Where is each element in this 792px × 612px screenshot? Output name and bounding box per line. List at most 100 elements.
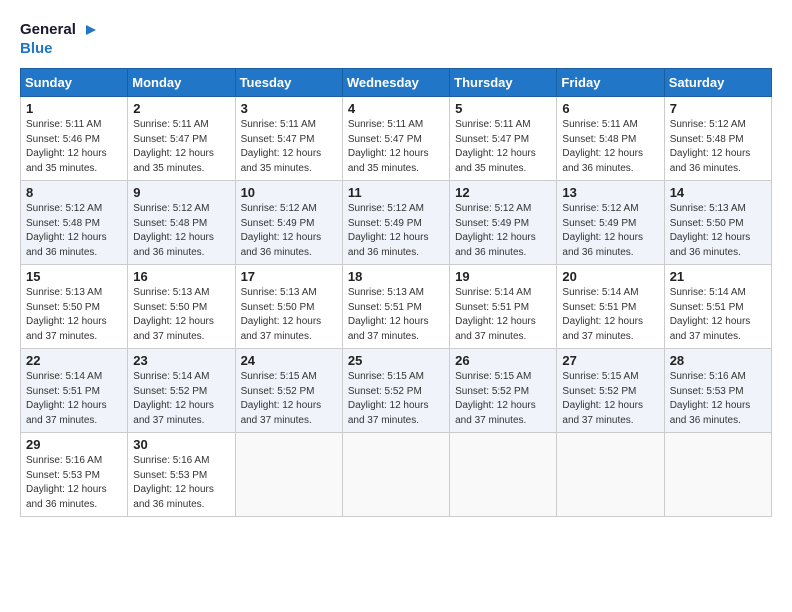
day-info: Sunrise: 5:11 AMSunset: 5:47 PMDaylight:… (133, 118, 229, 176)
logo-display: General Blue (20, 20, 100, 58)
calendar-cell: 26 Sunrise: 5:15 AMSunset: 5:52 PMDayligh… (450, 349, 557, 433)
day-number: 30 (133, 437, 229, 452)
day-number: 1 (26, 101, 122, 116)
day-info: Sunrise: 5:12 AMSunset: 5:49 PMDaylight:… (241, 202, 337, 260)
day-info: Sunrise: 5:14 AMSunset: 5:51 PMDaylight:… (670, 286, 766, 344)
calendar-table: SundayMondayTuesdayWednesdayThursdayFrid… (20, 68, 772, 517)
day-number: 14 (670, 185, 766, 200)
day-info: Sunrise: 5:15 AMSunset: 5:52 PMDaylight:… (241, 370, 337, 428)
day-number: 22 (26, 353, 122, 368)
calendar-cell: 2 Sunrise: 5:11 AMSunset: 5:47 PMDaylight… (128, 97, 235, 181)
day-number: 5 (455, 101, 551, 116)
calendar-cell: 3 Sunrise: 5:11 AMSunset: 5:47 PMDaylight… (235, 97, 342, 181)
logo-general: General (20, 21, 76, 38)
day-number: 2 (133, 101, 229, 116)
day-number: 3 (241, 101, 337, 116)
day-info: Sunrise: 5:16 AMSunset: 5:53 PMDaylight:… (133, 454, 229, 512)
calendar-cell: 14Sunrise: 5:13 AMSunset: 5:50 PMDayligh… (664, 181, 771, 265)
day-info: Sunrise: 5:13 AMSunset: 5:50 PMDaylight:… (241, 286, 337, 344)
day-info: Sunrise: 5:11 AMSunset: 5:46 PMDaylight:… (26, 118, 122, 176)
day-header-sunday: Sunday (21, 69, 128, 97)
calendar-cell: 27 Sunrise: 5:15 AMSunset: 5:52 PMDayligh… (557, 349, 664, 433)
calendar-cell: 6Sunrise: 5:11 AMSunset: 5:48 PMDaylight… (557, 97, 664, 181)
calendar-cell: 18 Sunrise: 5:13 AMSunset: 5:51 PMDayligh… (342, 265, 449, 349)
calendar-cell: 29 Sunrise: 5:16 AMSunset: 5:53 PMDayligh… (21, 433, 128, 517)
day-number: 17 (241, 269, 337, 284)
day-info: Sunrise: 5:14 AMSunset: 5:52 PMDaylight:… (133, 370, 229, 428)
day-number: 27 (562, 353, 658, 368)
day-info: Sunrise: 5:13 AMSunset: 5:51 PMDaylight:… (348, 286, 444, 344)
day-number: 8 (26, 185, 122, 200)
day-header-tuesday: Tuesday (235, 69, 342, 97)
calendar-cell (664, 433, 771, 517)
day-info: Sunrise: 5:12 AMSunset: 5:49 PMDaylight:… (348, 202, 444, 260)
calendar-cell (342, 433, 449, 517)
calendar-cell (450, 433, 557, 517)
day-number: 23 (133, 353, 229, 368)
calendar-cell: 4 Sunrise: 5:11 AMSunset: 5:47 PMDaylight… (342, 97, 449, 181)
day-header-friday: Friday (557, 69, 664, 97)
day-number: 24 (241, 353, 337, 368)
day-info: Sunrise: 5:14 AMSunset: 5:51 PMDaylight:… (455, 286, 551, 344)
day-number: 19 (455, 269, 551, 284)
day-info: Sunrise: 5:11 AMSunset: 5:47 PMDaylight:… (241, 118, 337, 176)
calendar-cell: 10 Sunrise: 5:12 AMSunset: 5:49 PMDayligh… (235, 181, 342, 265)
day-number: 15 (26, 269, 122, 284)
day-number: 10 (241, 185, 337, 200)
day-number: 28 (670, 353, 766, 368)
calendar-header-row: SundayMondayTuesdayWednesdayThursdayFrid… (21, 69, 772, 97)
calendar-cell: 16Sunrise: 5:13 AMSunset: 5:50 PMDayligh… (128, 265, 235, 349)
day-number: 20 (562, 269, 658, 284)
calendar-cell: 20 Sunrise: 5:14 AMSunset: 5:51 PMDayligh… (557, 265, 664, 349)
day-info: Sunrise: 5:12 AMSunset: 5:48 PMDaylight:… (670, 118, 766, 176)
calendar-cell: 7 Sunrise: 5:12 AMSunset: 5:48 PMDaylight… (664, 97, 771, 181)
day-info: Sunrise: 5:15 AMSunset: 5:52 PMDaylight:… (562, 370, 658, 428)
day-number: 6 (562, 101, 658, 116)
calendar-cell: 25Sunrise: 5:15 AMSunset: 5:52 PMDayligh… (342, 349, 449, 433)
day-info: Sunrise: 5:14 AMSunset: 5:51 PMDaylight:… (562, 286, 658, 344)
day-number: 12 (455, 185, 551, 200)
calendar-cell: 11 Sunrise: 5:12 AMSunset: 5:49 PMDayligh… (342, 181, 449, 265)
calendar-cell: 13 Sunrise: 5:12 AMSunset: 5:49 PMDayligh… (557, 181, 664, 265)
day-info: Sunrise: 5:16 AMSunset: 5:53 PMDaylight:… (670, 370, 766, 428)
day-info: Sunrise: 5:14 AMSunset: 5:51 PMDaylight:… (26, 370, 122, 428)
day-number: 4 (348, 101, 444, 116)
calendar-cell: 8 Sunrise: 5:12 AMSunset: 5:48 PMDaylight… (21, 181, 128, 265)
calendar-cell: 15Sunrise: 5:13 AMSunset: 5:50 PMDayligh… (21, 265, 128, 349)
calendar-cell (235, 433, 342, 517)
day-number: 9 (133, 185, 229, 200)
day-info: Sunrise: 5:13 AMSunset: 5:50 PMDaylight:… (133, 286, 229, 344)
day-number: 11 (348, 185, 444, 200)
calendar-cell: 28 Sunrise: 5:16 AMSunset: 5:53 PMDayligh… (664, 349, 771, 433)
day-number: 13 (562, 185, 658, 200)
calendar-cell: 24 Sunrise: 5:15 AMSunset: 5:52 PMDayligh… (235, 349, 342, 433)
calendar-cell: 9Sunrise: 5:12 AMSunset: 5:48 PMDaylight… (128, 181, 235, 265)
day-info: Sunrise: 5:12 AMSunset: 5:48 PMDaylight:… (26, 202, 122, 260)
day-info: Sunrise: 5:15 AMSunset: 5:52 PMDaylight:… (348, 370, 444, 428)
logo-arrow-icon (82, 21, 100, 39)
logo: General Blue (20, 20, 100, 58)
day-number: 7 (670, 101, 766, 116)
day-info: Sunrise: 5:11 AMSunset: 5:47 PMDaylight:… (455, 118, 551, 176)
header: General Blue (20, 20, 772, 58)
day-number: 29 (26, 437, 122, 452)
calendar-cell: 23 Sunrise: 5:14 AMSunset: 5:52 PMDayligh… (128, 349, 235, 433)
day-number: 21 (670, 269, 766, 284)
day-info: Sunrise: 5:12 AMSunset: 5:49 PMDaylight:… (455, 202, 551, 260)
calendar-cell: 22 Sunrise: 5:14 AMSunset: 5:51 PMDayligh… (21, 349, 128, 433)
calendar-cell (557, 433, 664, 517)
calendar-cell: 17 Sunrise: 5:13 AMSunset: 5:50 PMDayligh… (235, 265, 342, 349)
day-header-thursday: Thursday (450, 69, 557, 97)
calendar-cell: 19 Sunrise: 5:14 AMSunset: 5:51 PMDayligh… (450, 265, 557, 349)
calendar-cell: 12 Sunrise: 5:12 AMSunset: 5:49 PMDayligh… (450, 181, 557, 265)
day-number: 26 (455, 353, 551, 368)
day-header-saturday: Saturday (664, 69, 771, 97)
day-info: Sunrise: 5:15 AMSunset: 5:52 PMDaylight:… (455, 370, 551, 428)
day-number: 18 (348, 269, 444, 284)
day-info: Sunrise: 5:11 AMSunset: 5:47 PMDaylight:… (348, 118, 444, 176)
day-header-monday: Monday (128, 69, 235, 97)
day-info: Sunrise: 5:12 AMSunset: 5:49 PMDaylight:… (562, 202, 658, 260)
day-header-wednesday: Wednesday (342, 69, 449, 97)
logo-blue: Blue (20, 40, 53, 57)
day-info: Sunrise: 5:16 AMSunset: 5:53 PMDaylight:… (26, 454, 122, 512)
